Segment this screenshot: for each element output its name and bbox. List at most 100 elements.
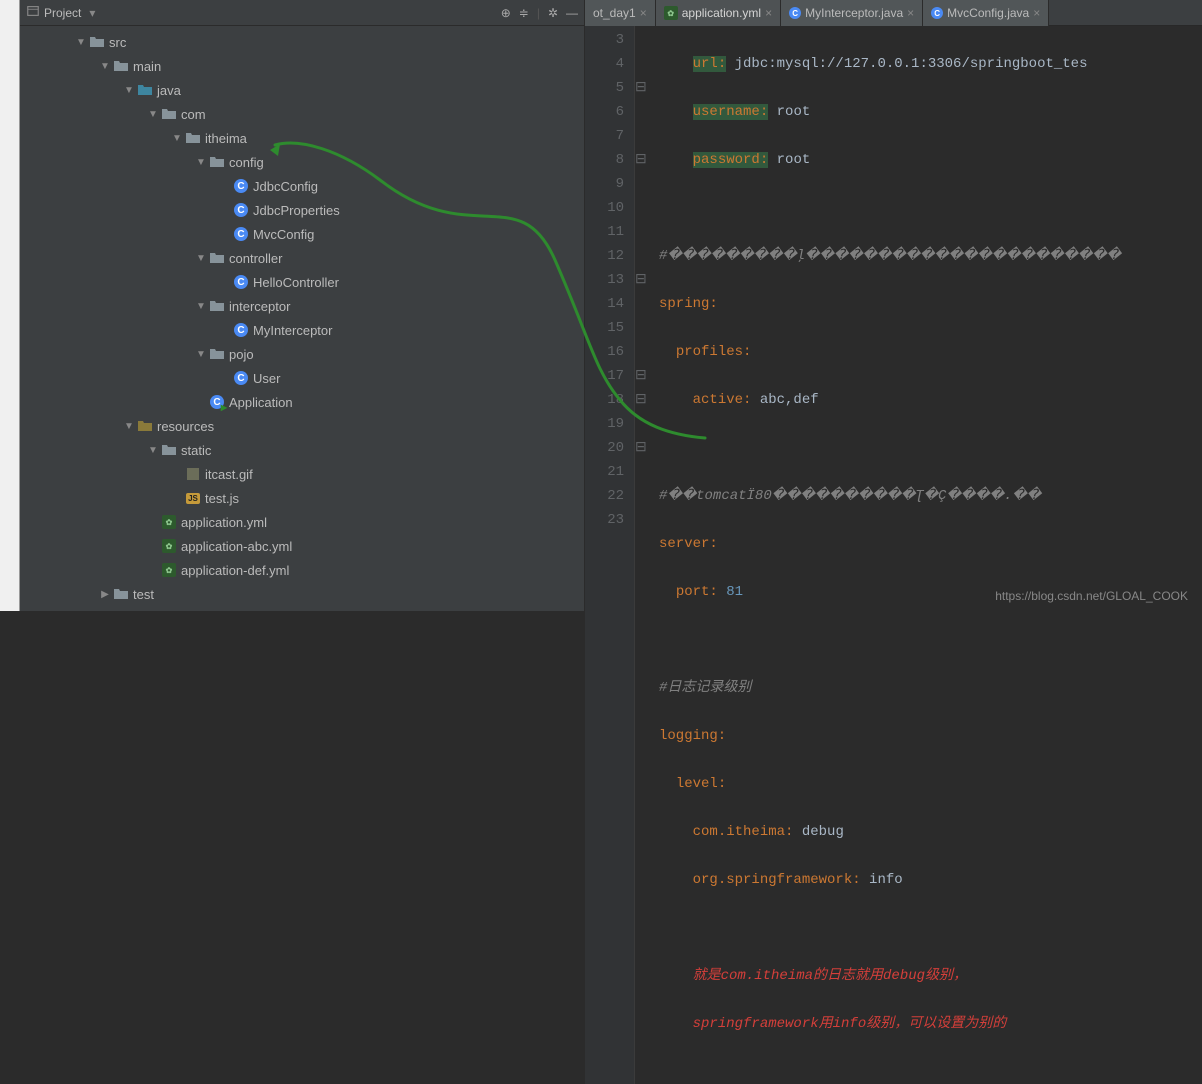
code-key: org.springframework:: [693, 872, 861, 888]
tree-label: application-abc.yml: [181, 539, 292, 554]
tree-label: resources: [157, 419, 214, 434]
lineno: 7: [585, 124, 624, 148]
code-val: root: [768, 152, 810, 168]
collapse-icon[interactable]: ≑: [519, 6, 529, 20]
tree-app-yml[interactable]: ✿application.yml: [20, 510, 584, 534]
tree-pojo[interactable]: ▼pojo: [20, 342, 584, 366]
tab-mvcconfig[interactable]: CMvcConfig.java ×: [923, 0, 1049, 26]
lineno: 22: [585, 484, 624, 508]
tree-mvcconfig[interactable]: C MvcConfig: [20, 222, 584, 246]
code-key: level:: [676, 776, 726, 792]
folder-icon: [209, 154, 225, 170]
code-key: active:: [693, 392, 752, 408]
class-icon: C: [233, 322, 249, 338]
tree-itheima[interactable]: ▼itheima: [20, 126, 584, 150]
tree-app-abc-yml[interactable]: ✿application-abc.yml: [20, 534, 584, 558]
yml-icon: ✿: [664, 6, 678, 20]
lineno: 17: [585, 364, 624, 388]
resources-icon: [137, 418, 153, 434]
tree-resources[interactable]: ▼resources: [20, 414, 584, 438]
tree-label: itheima: [205, 131, 247, 146]
lineno: 20: [585, 436, 624, 460]
folder-icon: [161, 442, 177, 458]
tree-label: src: [109, 35, 126, 50]
image-file-icon: [185, 466, 201, 482]
tree-label: JdbcConfig: [253, 179, 318, 194]
yml-icon: ✿: [161, 514, 177, 530]
editor-body[interactable]: 3 4 5 6 7 8 9 10 11 12 13 14 15 16 17 18…: [585, 26, 1202, 1084]
lineno: 11: [585, 220, 624, 244]
tab-application-yml[interactable]: ✿application.yml ×: [656, 0, 781, 26]
code-key: password:: [693, 152, 769, 168]
tree-test[interactable]: ▶test: [20, 582, 584, 606]
tree-static[interactable]: ▼static: [20, 438, 584, 462]
folder-icon: [113, 586, 129, 602]
fold-column[interactable]: ⊟ ⊟ ⊟ ⊟ ⊟ ⊟: [635, 26, 653, 1084]
tree-label: interceptor: [229, 299, 290, 314]
tree-label: pojo: [229, 347, 254, 362]
code-comment: #��tomcatÏ80����������Ʈ�Ç����.��: [659, 488, 1041, 504]
tree-test-js[interactable]: JStest.js: [20, 486, 584, 510]
close-icon[interactable]: ×: [765, 6, 772, 20]
tree-config[interactable]: ▼config: [20, 150, 584, 174]
lineno: 18: [585, 388, 624, 412]
class-icon: C: [233, 226, 249, 242]
lineno: 3: [585, 28, 624, 52]
lineno: 21: [585, 460, 624, 484]
lineno: 19: [585, 412, 624, 436]
class-icon: C: [789, 7, 801, 19]
tree-com[interactable]: ▼com: [20, 102, 584, 126]
class-icon: C: [931, 7, 943, 19]
project-tree[interactable]: ▼src ▼main ▼java ▼com ▼itheima ▼config C…: [20, 26, 584, 611]
lineno: 14: [585, 292, 624, 316]
lineno: 23: [585, 508, 624, 532]
tab-myinterceptor[interactable]: CMyInterceptor.java ×: [781, 0, 923, 26]
tree-user[interactable]: CUser: [20, 366, 584, 390]
tree-src[interactable]: ▼src: [20, 30, 584, 54]
tree-main[interactable]: ▼main: [20, 54, 584, 78]
close-icon[interactable]: ×: [640, 6, 647, 20]
code-key: server:: [659, 536, 718, 552]
code-key: spring:: [659, 296, 718, 312]
editor-tabs: ot_day1 × ✿application.yml × CMyIntercep…: [585, 0, 1202, 26]
target-icon[interactable]: ⊕: [501, 6, 511, 20]
code-val: root: [768, 104, 810, 120]
tree-label: itcast.gif: [205, 467, 253, 482]
code-val: jdbc:mysql://127.0.0.1:3306/springboot_t…: [726, 56, 1087, 72]
code-area[interactable]: url: jdbc:mysql://127.0.0.1:3306/springb…: [653, 26, 1202, 1084]
dropdown-arrow-icon[interactable]: ▾: [89, 6, 95, 20]
tree-label: controller: [229, 251, 282, 266]
gear-icon[interactable]: ✲: [548, 6, 558, 20]
tree-controller[interactable]: ▼controller: [20, 246, 584, 270]
tree-myinterceptor[interactable]: CMyInterceptor: [20, 318, 584, 342]
code-val: abc,def: [751, 392, 818, 408]
code-val: 81: [718, 584, 743, 600]
folder-icon: [185, 130, 201, 146]
tree-application[interactable]: C▶Application: [20, 390, 584, 414]
line-gutter: 3 4 5 6 7 8 9 10 11 12 13 14 15 16 17 18…: [585, 26, 635, 1084]
close-icon[interactable]: ×: [1033, 6, 1040, 20]
tree-label: test: [133, 587, 154, 602]
tree-jdbcconfig[interactable]: CJdbcConfig: [20, 174, 584, 198]
code-comment: #���������ļ����������������������: [659, 248, 1121, 264]
tree-app-def-yml[interactable]: ✿application-def.yml: [20, 558, 584, 582]
project-title-text: Project: [44, 6, 81, 20]
code-val: debug: [793, 824, 843, 840]
folder-icon: [161, 106, 177, 122]
tree-hellocontroller[interactable]: CHelloController: [20, 270, 584, 294]
class-run-icon: C▶: [209, 394, 225, 410]
tree-java[interactable]: ▼java: [20, 78, 584, 102]
lineno: 10: [585, 196, 624, 220]
tree-jdbcprops[interactable]: CJdbcProperties: [20, 198, 584, 222]
tree-label: MvcConfig: [253, 227, 314, 242]
code-annotation: 就是com.itheima的日志就用debug级别，: [693, 968, 967, 984]
tab-ot-day1[interactable]: ot_day1 ×: [585, 0, 656, 26]
close-icon[interactable]: ×: [907, 6, 914, 20]
tree-interceptor[interactable]: ▼interceptor: [20, 294, 584, 318]
tree-itcast-gif[interactable]: itcast.gif: [20, 462, 584, 486]
folder-icon: [209, 298, 225, 314]
hide-icon[interactable]: —: [566, 6, 578, 20]
lineno: 13: [585, 268, 624, 292]
yml-icon: ✿: [161, 562, 177, 578]
project-panel: Project ▾ ⊕ ≑ | ✲ — ▼src ▼main ▼java ▼co…: [20, 0, 585, 611]
